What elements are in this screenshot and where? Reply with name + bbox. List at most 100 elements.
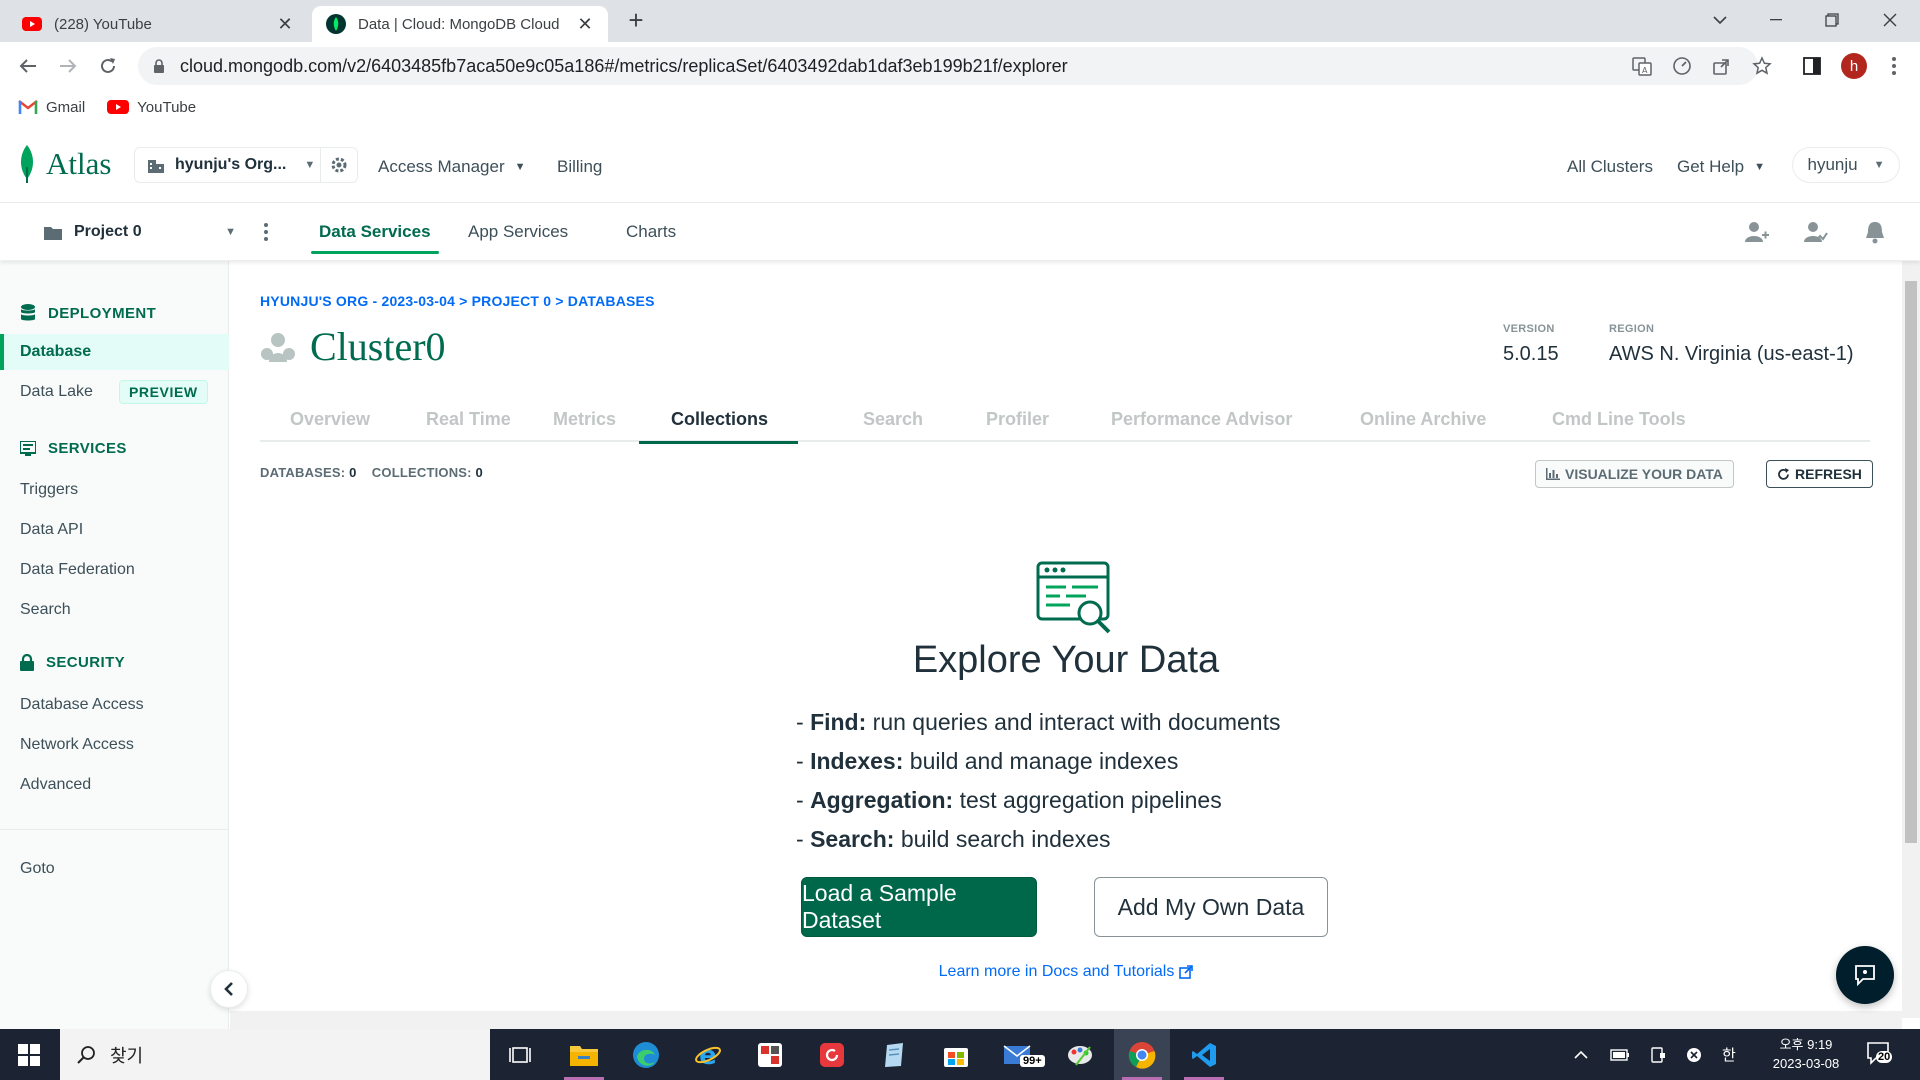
close-tab-icon[interactable]: ✕: [576, 15, 594, 33]
tab-real-time[interactable]: Real Time: [426, 396, 511, 442]
battery-icon[interactable]: [1610, 1048, 1630, 1061]
caret-down-icon: ▼: [304, 159, 316, 171]
load-sample-dataset-button[interactable]: Load a Sample Dataset: [801, 877, 1037, 937]
bookmark-label: Gmail: [46, 98, 86, 116]
clock[interactable]: 오후 9:19 2023-03-08: [1768, 1035, 1844, 1073]
explore-data-icon: [1036, 561, 1111, 634]
tab-app-services[interactable]: App Services: [468, 204, 568, 260]
chat-button[interactable]: [1836, 946, 1894, 1004]
tab-search[interactable]: Search: [863, 396, 923, 442]
new-tab-button[interactable]: +: [624, 7, 648, 33]
sync-app-icon[interactable]: [804, 1029, 860, 1080]
tab-cmd-line-tools[interactable]: Cmd Line Tools: [1552, 396, 1686, 442]
internet-explorer-icon[interactable]: e: [680, 1029, 736, 1080]
main-content: HYUNJU'S ORG - 2023-03-04 > PROJECT 0 > …: [230, 261, 1902, 1011]
get-help-menu[interactable]: Get Help ▼: [1677, 157, 1765, 177]
tab-overview[interactable]: Overview: [290, 396, 370, 442]
vscode-icon[interactable]: [1176, 1029, 1232, 1080]
tab-search-icon[interactable]: [1692, 0, 1748, 40]
notepad-icon[interactable]: [866, 1029, 922, 1080]
tab-collections[interactable]: Collections: [638, 396, 799, 444]
org-dropdown[interactable]: hyunju's Org... ▼: [135, 148, 321, 182]
back-arrow-icon[interactable]: [14, 52, 42, 80]
profile-avatar[interactable]: h: [1841, 53, 1867, 79]
org-selector[interactable]: hyunju's Org... ▼: [134, 147, 358, 183]
invite-user-icon[interactable]: [1745, 220, 1769, 244]
all-clusters-link[interactable]: All Clusters: [1567, 157, 1653, 177]
sidebar-item-goto[interactable]: Goto: [0, 851, 229, 887]
sidebar-item-data-federation[interactable]: Data Federation: [0, 552, 229, 588]
horizontal-scrollbar[interactable]: [230, 1011, 1902, 1029]
tab-mongodb[interactable]: Data | Cloud: MongoDB Cloud ✕: [312, 6, 608, 42]
notification-center-icon[interactable]: 20: [1866, 1041, 1894, 1067]
tab-performance-advisor[interactable]: Performance Advisor: [1111, 396, 1292, 442]
tab-charts[interactable]: Charts: [626, 204, 676, 260]
sidebar-item-triggers[interactable]: Triggers: [0, 472, 229, 508]
task-view-icon[interactable]: [492, 1029, 548, 1080]
gear-icon[interactable]: [321, 156, 357, 174]
windows-start-icon[interactable]: [18, 1044, 40, 1066]
reload-icon[interactable]: [94, 52, 122, 80]
caret-down-icon: ▼: [1873, 159, 1885, 171]
chevron-up-icon[interactable]: [1574, 1050, 1588, 1059]
bell-icon[interactable]: [1864, 220, 1888, 244]
tab-profiler[interactable]: Profiler: [986, 396, 1049, 442]
sidebar-item-data-lake[interactable]: Data Lake PREVIEW: [0, 374, 229, 410]
chrome-icon[interactable]: [1114, 1029, 1170, 1080]
bookmark-star-icon[interactable]: [1750, 54, 1774, 78]
performance-icon[interactable]: [1670, 54, 1694, 78]
refresh-button[interactable]: REFRESH: [1766, 460, 1873, 488]
restore-icon[interactable]: [1804, 0, 1860, 40]
tab-metrics[interactable]: Metrics: [553, 396, 616, 442]
address-bar[interactable]: cloud.mongodb.com/v2/6403485fb7aca50e9c0…: [138, 47, 1758, 85]
edge-icon[interactable]: [618, 1029, 674, 1080]
ime-indicator[interactable]: 한: [1722, 1044, 1736, 1065]
refresh-label: REFRESH: [1795, 466, 1862, 482]
app-red-icon[interactable]: [742, 1029, 798, 1080]
sidebar-item-database-access[interactable]: Database Access: [0, 687, 229, 723]
store-icon[interactable]: [928, 1029, 984, 1080]
collapse-sidebar-button[interactable]: [210, 970, 248, 1008]
chrome-menu-icon[interactable]: [1882, 54, 1906, 78]
user-menu[interactable]: hyunju ▼: [1792, 147, 1900, 183]
file-explorer-icon[interactable]: [556, 1029, 612, 1080]
billing-link[interactable]: Billing: [557, 157, 602, 177]
youtube-icon: [107, 100, 130, 114]
feature-name: Indexes:: [810, 748, 904, 774]
learn-more-link[interactable]: Learn more in Docs and Tutorials: [230, 963, 1902, 981]
breadcrumb[interactable]: HYUNJU'S ORG - 2023-03-04 > PROJECT 0 > …: [260, 293, 655, 309]
tab-youtube[interactable]: (228) YouTube ✕: [8, 6, 308, 42]
mute-icon[interactable]: [1686, 1047, 1702, 1063]
paint-icon[interactable]: [1052, 1029, 1108, 1080]
close-tab-icon[interactable]: ✕: [276, 15, 294, 33]
scrollbar-thumb[interactable]: [1905, 281, 1917, 843]
share-icon[interactable]: [1710, 54, 1734, 78]
vertical-scrollbar[interactable]: [1902, 261, 1920, 1018]
sidebar-item-database[interactable]: Database: [0, 334, 229, 370]
bookmark-youtube[interactable]: YouTube: [107, 99, 196, 116]
access-manager-menu[interactable]: Access Manager ▼: [378, 157, 526, 177]
project-options-icon[interactable]: [258, 220, 274, 244]
device-icon[interactable]: [1650, 1046, 1666, 1063]
sidebar-item-advanced[interactable]: Advanced: [0, 767, 229, 803]
add-my-own-data-button[interactable]: Add My Own Data: [1094, 877, 1328, 937]
activity-feed-icon[interactable]: [1804, 220, 1828, 244]
bookmark-gmail[interactable]: Gmail: [18, 99, 85, 116]
forward-arrow-icon[interactable]: [54, 52, 82, 80]
tab-online-archive[interactable]: Online Archive: [1360, 396, 1486, 442]
mail-icon[interactable]: 99+: [990, 1029, 1046, 1080]
side-panel-icon[interactable]: [1800, 54, 1824, 78]
visualize-data-button[interactable]: VISUALIZE YOUR DATA: [1535, 460, 1734, 488]
notification-count: 20: [1876, 1051, 1893, 1063]
sidebar-item-search[interactable]: Search: [0, 592, 229, 628]
minimize-icon[interactable]: [1748, 0, 1804, 40]
project-selector[interactable]: Project 0 ▼: [44, 218, 236, 246]
access-manager-label: Access Manager: [378, 157, 505, 176]
translate-icon[interactable]: A: [1630, 54, 1654, 78]
sidebar-item-data-api[interactable]: Data API: [0, 512, 229, 548]
sidebar-item-network-access[interactable]: Network Access: [0, 727, 229, 763]
taskbar-search[interactable]: 찾기: [60, 1029, 490, 1080]
close-window-icon[interactable]: [1862, 0, 1918, 40]
tab-data-services[interactable]: Data Services: [311, 204, 439, 260]
atlas-logo[interactable]: Atlas: [18, 145, 111, 183]
